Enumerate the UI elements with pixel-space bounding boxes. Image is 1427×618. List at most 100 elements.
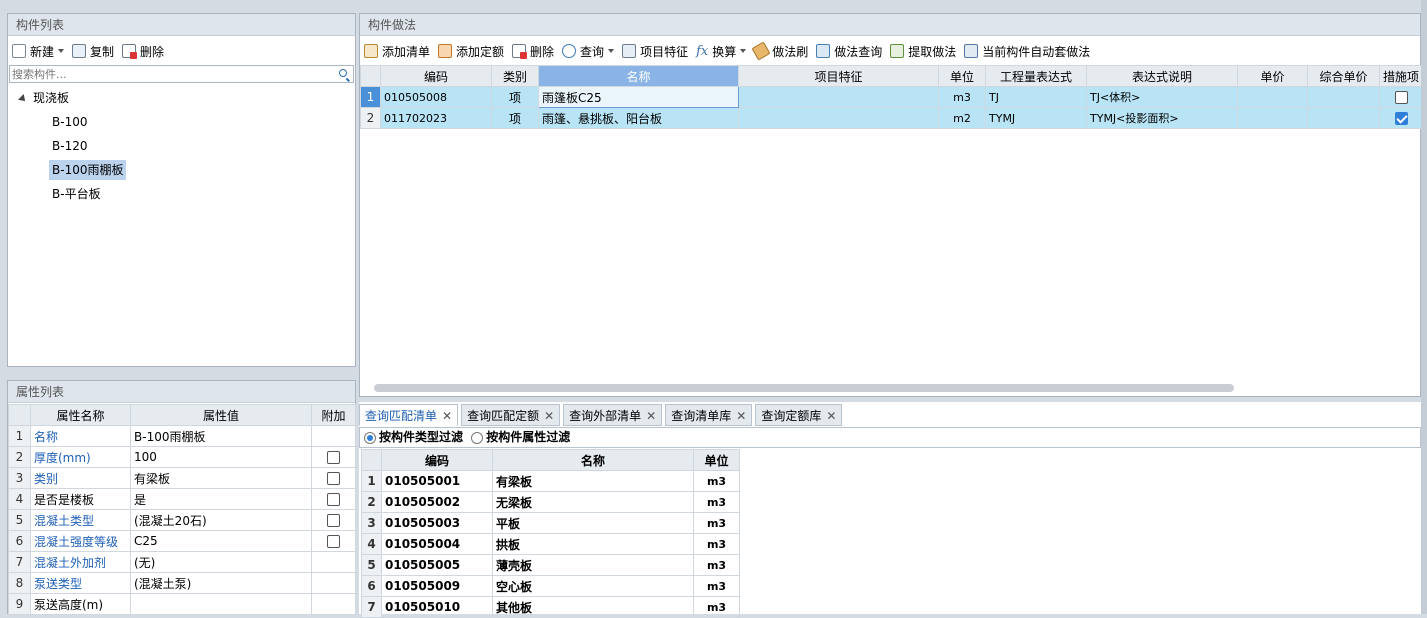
query-name[interactable]: 拱板 [492, 533, 694, 555]
method-code[interactable]: 011702023 [380, 107, 492, 129]
property-value[interactable]: B-100雨棚板 [130, 425, 312, 447]
query-row[interactable]: 4 010505004 拱板 m3 [361, 533, 740, 555]
checkbox[interactable] [327, 472, 340, 485]
method-name[interactable]: 雨篷、悬挑板、阳台板 [538, 107, 739, 129]
property-row[interactable]: 8 泵送类型 (混凝土泵) [8, 572, 356, 594]
query-row[interactable]: 7 010505010 其他板 m3 [361, 596, 740, 618]
property-value[interactable]: 是 [130, 488, 312, 510]
property-value[interactable]: (混凝土20石) [130, 509, 312, 531]
method-desc[interactable]: TYMJ<投影面积> [1086, 107, 1238, 129]
method-type[interactable]: 项 [491, 86, 539, 108]
property-value[interactable] [130, 593, 312, 615]
item-feature-button[interactable]: 项目特征 [622, 43, 688, 60]
property-row[interactable]: 3 类别 有梁板 [8, 467, 356, 489]
tree-root[interactable]: 现浇板 [16, 88, 72, 108]
query-row[interactable]: 2 010505002 无梁板 m3 [361, 491, 740, 513]
method-code[interactable]: 010505008 [380, 86, 492, 108]
method-brush-button[interactable]: 做法刷 [751, 41, 808, 61]
property-row[interactable]: 2 厚度(mm) 100 [8, 446, 356, 468]
checkbox[interactable] [327, 451, 340, 464]
tree-item-b120[interactable]: B-120 [49, 136, 90, 156]
auto-apply-button[interactable]: 当前构件自动套做法 [964, 43, 1090, 60]
close-icon[interactable]: ✕ [646, 409, 656, 423]
query-unit[interactable]: m3 [693, 554, 740, 576]
tab-query-4[interactable]: 查询定额库 ✕ [755, 404, 843, 426]
checkbox[interactable] [327, 493, 340, 506]
expand-triangle-icon[interactable] [18, 93, 28, 104]
add-quota-button[interactable]: 添加定额 [438, 43, 504, 60]
tree-item-b100-canopy[interactable]: B-100雨棚板 [49, 160, 127, 180]
chevron-down-icon[interactable] [608, 49, 615, 53]
query-code[interactable]: 010505009 [381, 575, 493, 597]
measure-checkbox[interactable] [1394, 112, 1408, 125]
close-icon[interactable]: ✕ [442, 409, 452, 423]
search-icon[interactable] [339, 69, 347, 77]
method-unit[interactable]: m2 [938, 107, 986, 129]
method-type[interactable]: 项 [491, 107, 539, 129]
filter-by-type[interactable]: 按构件类型过滤 [364, 430, 463, 444]
query-code[interactable]: 010505001 [381, 470, 493, 492]
query-unit[interactable]: m3 [693, 575, 740, 597]
query-name[interactable]: 有梁板 [492, 470, 694, 492]
measure-checkbox[interactable] [1394, 91, 1408, 104]
add-list-button[interactable]: 添加清单 [364, 43, 430, 60]
filter-by-attr[interactable]: 按构件属性过滤 [471, 430, 570, 444]
property-row[interactable]: 6 混凝土强度等级 C25 [8, 530, 356, 552]
chevron-down-icon[interactable] [740, 49, 747, 53]
method-total-price[interactable] [1307, 86, 1380, 108]
close-icon[interactable]: ✕ [826, 409, 836, 423]
query-name[interactable]: 空心板 [492, 575, 694, 597]
property-row[interactable]: 5 混凝土类型 (混凝土20石) [8, 509, 356, 531]
checkbox[interactable] [327, 535, 340, 548]
tab-query-2[interactable]: 查询外部清单 ✕ [563, 404, 663, 426]
query-name[interactable]: 无梁板 [492, 491, 694, 513]
method-feature[interactable] [738, 107, 939, 129]
query-row[interactable]: 3 010505003 平板 m3 [361, 512, 740, 534]
query-unit[interactable]: m3 [693, 491, 740, 513]
property-row[interactable]: 1 名称 B-100雨棚板 [8, 425, 356, 447]
method-price[interactable] [1237, 86, 1308, 108]
query-code[interactable]: 010505002 [381, 491, 493, 513]
method-price[interactable] [1237, 107, 1308, 129]
property-row[interactable]: 7 混凝土外加剂 (无) [8, 551, 356, 573]
property-value[interactable]: (混凝土泵) [130, 572, 312, 594]
query-row[interactable]: 1 010505001 有梁板 m3 [361, 470, 740, 492]
query-name[interactable]: 薄壳板 [492, 554, 694, 576]
method-feature[interactable] [738, 86, 939, 108]
query-name[interactable]: 平板 [492, 512, 694, 534]
convert-button[interactable]: fx 换算 [696, 43, 747, 60]
close-icon[interactable]: ✕ [544, 409, 554, 423]
checkbox[interactable] [327, 514, 340, 527]
delete-button[interactable]: 删除 [122, 43, 164, 60]
radio-icon[interactable] [471, 431, 484, 444]
query-code[interactable]: 010505010 [381, 596, 493, 618]
query-unit[interactable]: m3 [693, 533, 740, 555]
method-expr[interactable]: TJ [985, 86, 1087, 108]
query-row[interactable]: 5 010505005 薄壳板 m3 [361, 554, 740, 576]
property-value[interactable]: 100 [130, 446, 312, 468]
property-row[interactable]: 4 是否是楼板是 [8, 488, 356, 510]
radio-selected-icon[interactable] [364, 431, 376, 444]
new-button[interactable]: 新建 [12, 43, 65, 60]
method-name[interactable]: 雨篷板C25 [538, 86, 739, 108]
method-delete-button[interactable]: 删除 [512, 43, 554, 60]
tab-query-0[interactable]: 查询匹配清单 ✕ [359, 404, 459, 426]
property-value[interactable]: 有梁板 [130, 467, 312, 489]
query-code[interactable]: 010505005 [381, 554, 493, 576]
method-expr[interactable]: TYMJ [985, 107, 1087, 129]
query-unit[interactable]: m3 [693, 512, 740, 534]
copy-button[interactable]: 复制 [72, 43, 114, 60]
property-row[interactable]: 9 泵送高度(m) [8, 593, 356, 615]
extract-method-button[interactable]: 提取做法 [890, 43, 956, 60]
query-unit[interactable]: m3 [693, 596, 740, 618]
query-code[interactable]: 010505004 [381, 533, 493, 555]
method-query-button[interactable]: 做法查询 [816, 43, 882, 60]
method-row[interactable]: 1 010505008 项雨篷板C25 m3 TJ TJ<体积> [360, 86, 1423, 108]
method-unit[interactable]: m3 [938, 86, 986, 108]
property-value[interactable]: (无) [130, 551, 312, 573]
query-unit[interactable]: m3 [693, 470, 740, 492]
method-desc[interactable]: TJ<体积> [1086, 86, 1238, 108]
method-total-price[interactable] [1307, 107, 1380, 129]
tab-query-1[interactable]: 查询匹配定额 ✕ [461, 404, 561, 426]
tab-query-3[interactable]: 查询清单库 ✕ [665, 404, 753, 426]
